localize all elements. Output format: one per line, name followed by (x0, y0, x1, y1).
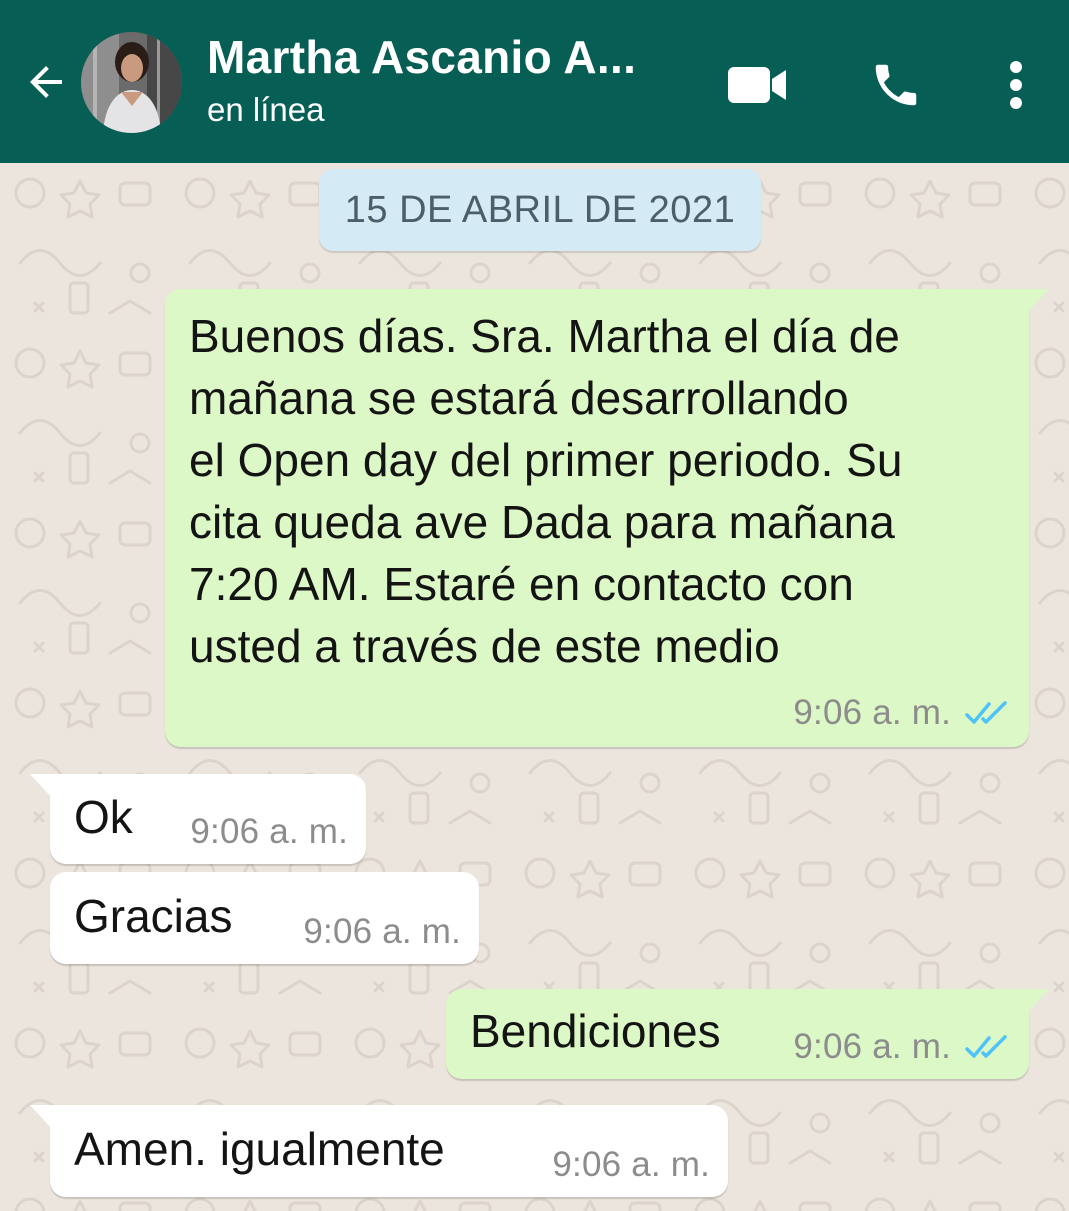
message-line: usted a través de este medio (189, 620, 780, 672)
contact-status: en línea (207, 91, 325, 128)
phone-icon (875, 64, 917, 106)
message-time: 9:06 a. m. (303, 912, 461, 951)
message-line: 7:20 AM. Estaré en contacto con (189, 558, 854, 610)
message-text: Buenos días. Sra. Martha el día de mañan… (189, 305, 902, 677)
message-text: Bendiciones (470, 1005, 721, 1057)
outgoing-message[interactable]: Bendiciones 9:06 a. m. (446, 989, 1049, 1079)
message-line: cita queda ave Dada para mañana (189, 496, 895, 548)
arrow-left-icon (30, 66, 62, 98)
more-vertical-icon (1010, 61, 1022, 109)
avatar-photo (81, 32, 182, 133)
outgoing-message[interactable]: Buenos días. Sra. Martha el día de mañan… (165, 289, 1049, 747)
message-time: 9:06 a. m. (793, 1027, 951, 1066)
incoming-message[interactable]: Amen. igualmente 9:06 a. m. (30, 1105, 728, 1197)
back-button[interactable] (14, 50, 78, 114)
bubble-tail (30, 774, 52, 798)
contact-name: Martha Ascanio A... (207, 31, 637, 83)
message-meta: 9:06 a. m. (552, 1145, 710, 1185)
message-text: Gracias (74, 890, 233, 942)
message-meta: 9:06 a. m. (793, 1027, 1011, 1067)
bubble-tail (30, 1105, 52, 1129)
date-separator: 15 DE ABRIL DE 2021 (319, 169, 761, 251)
contact-info[interactable]: Martha Ascanio A... en línea (207, 28, 687, 132)
chat-header: Martha Ascanio A... en línea (0, 0, 1069, 163)
message-time: 9:06 a. m. (190, 812, 348, 851)
incoming-message[interactable]: Gracias 9:06 a. m. (50, 872, 479, 964)
video-call-button[interactable] (717, 45, 797, 125)
incoming-message[interactable]: Ok 9:06 a. m. (30, 774, 366, 864)
message-meta: 9:06 a. m. (793, 693, 1011, 733)
message-line: el Open day del primer periodo. Su (189, 434, 903, 486)
more-options-button[interactable] (976, 45, 1056, 125)
message-line: Buenos días. Sra. Martha el día de (189, 310, 900, 362)
chat-area[interactable]: 15 DE ABRIL DE 2021 Buenos días. Sra. Ma… (0, 163, 1069, 1211)
message-meta: 9:06 a. m. (303, 912, 461, 952)
double-check-read-icon (965, 1035, 1007, 1058)
message-text: Amen. igualmente (74, 1123, 445, 1175)
bubble-tail (1027, 289, 1049, 313)
contact-avatar[interactable] (81, 32, 182, 133)
video-camera-icon (728, 67, 786, 103)
message-text: Ok (74, 791, 133, 843)
bubble-tail (1027, 989, 1049, 1013)
message-time: 9:06 a. m. (552, 1145, 710, 1184)
double-check-read-icon (965, 701, 1007, 724)
message-meta: 9:06 a. m. (190, 812, 348, 852)
message-time: 9:06 a. m. (793, 693, 951, 732)
message-line: mañana se estará desarrollando (189, 372, 849, 424)
voice-call-button[interactable] (856, 45, 936, 125)
